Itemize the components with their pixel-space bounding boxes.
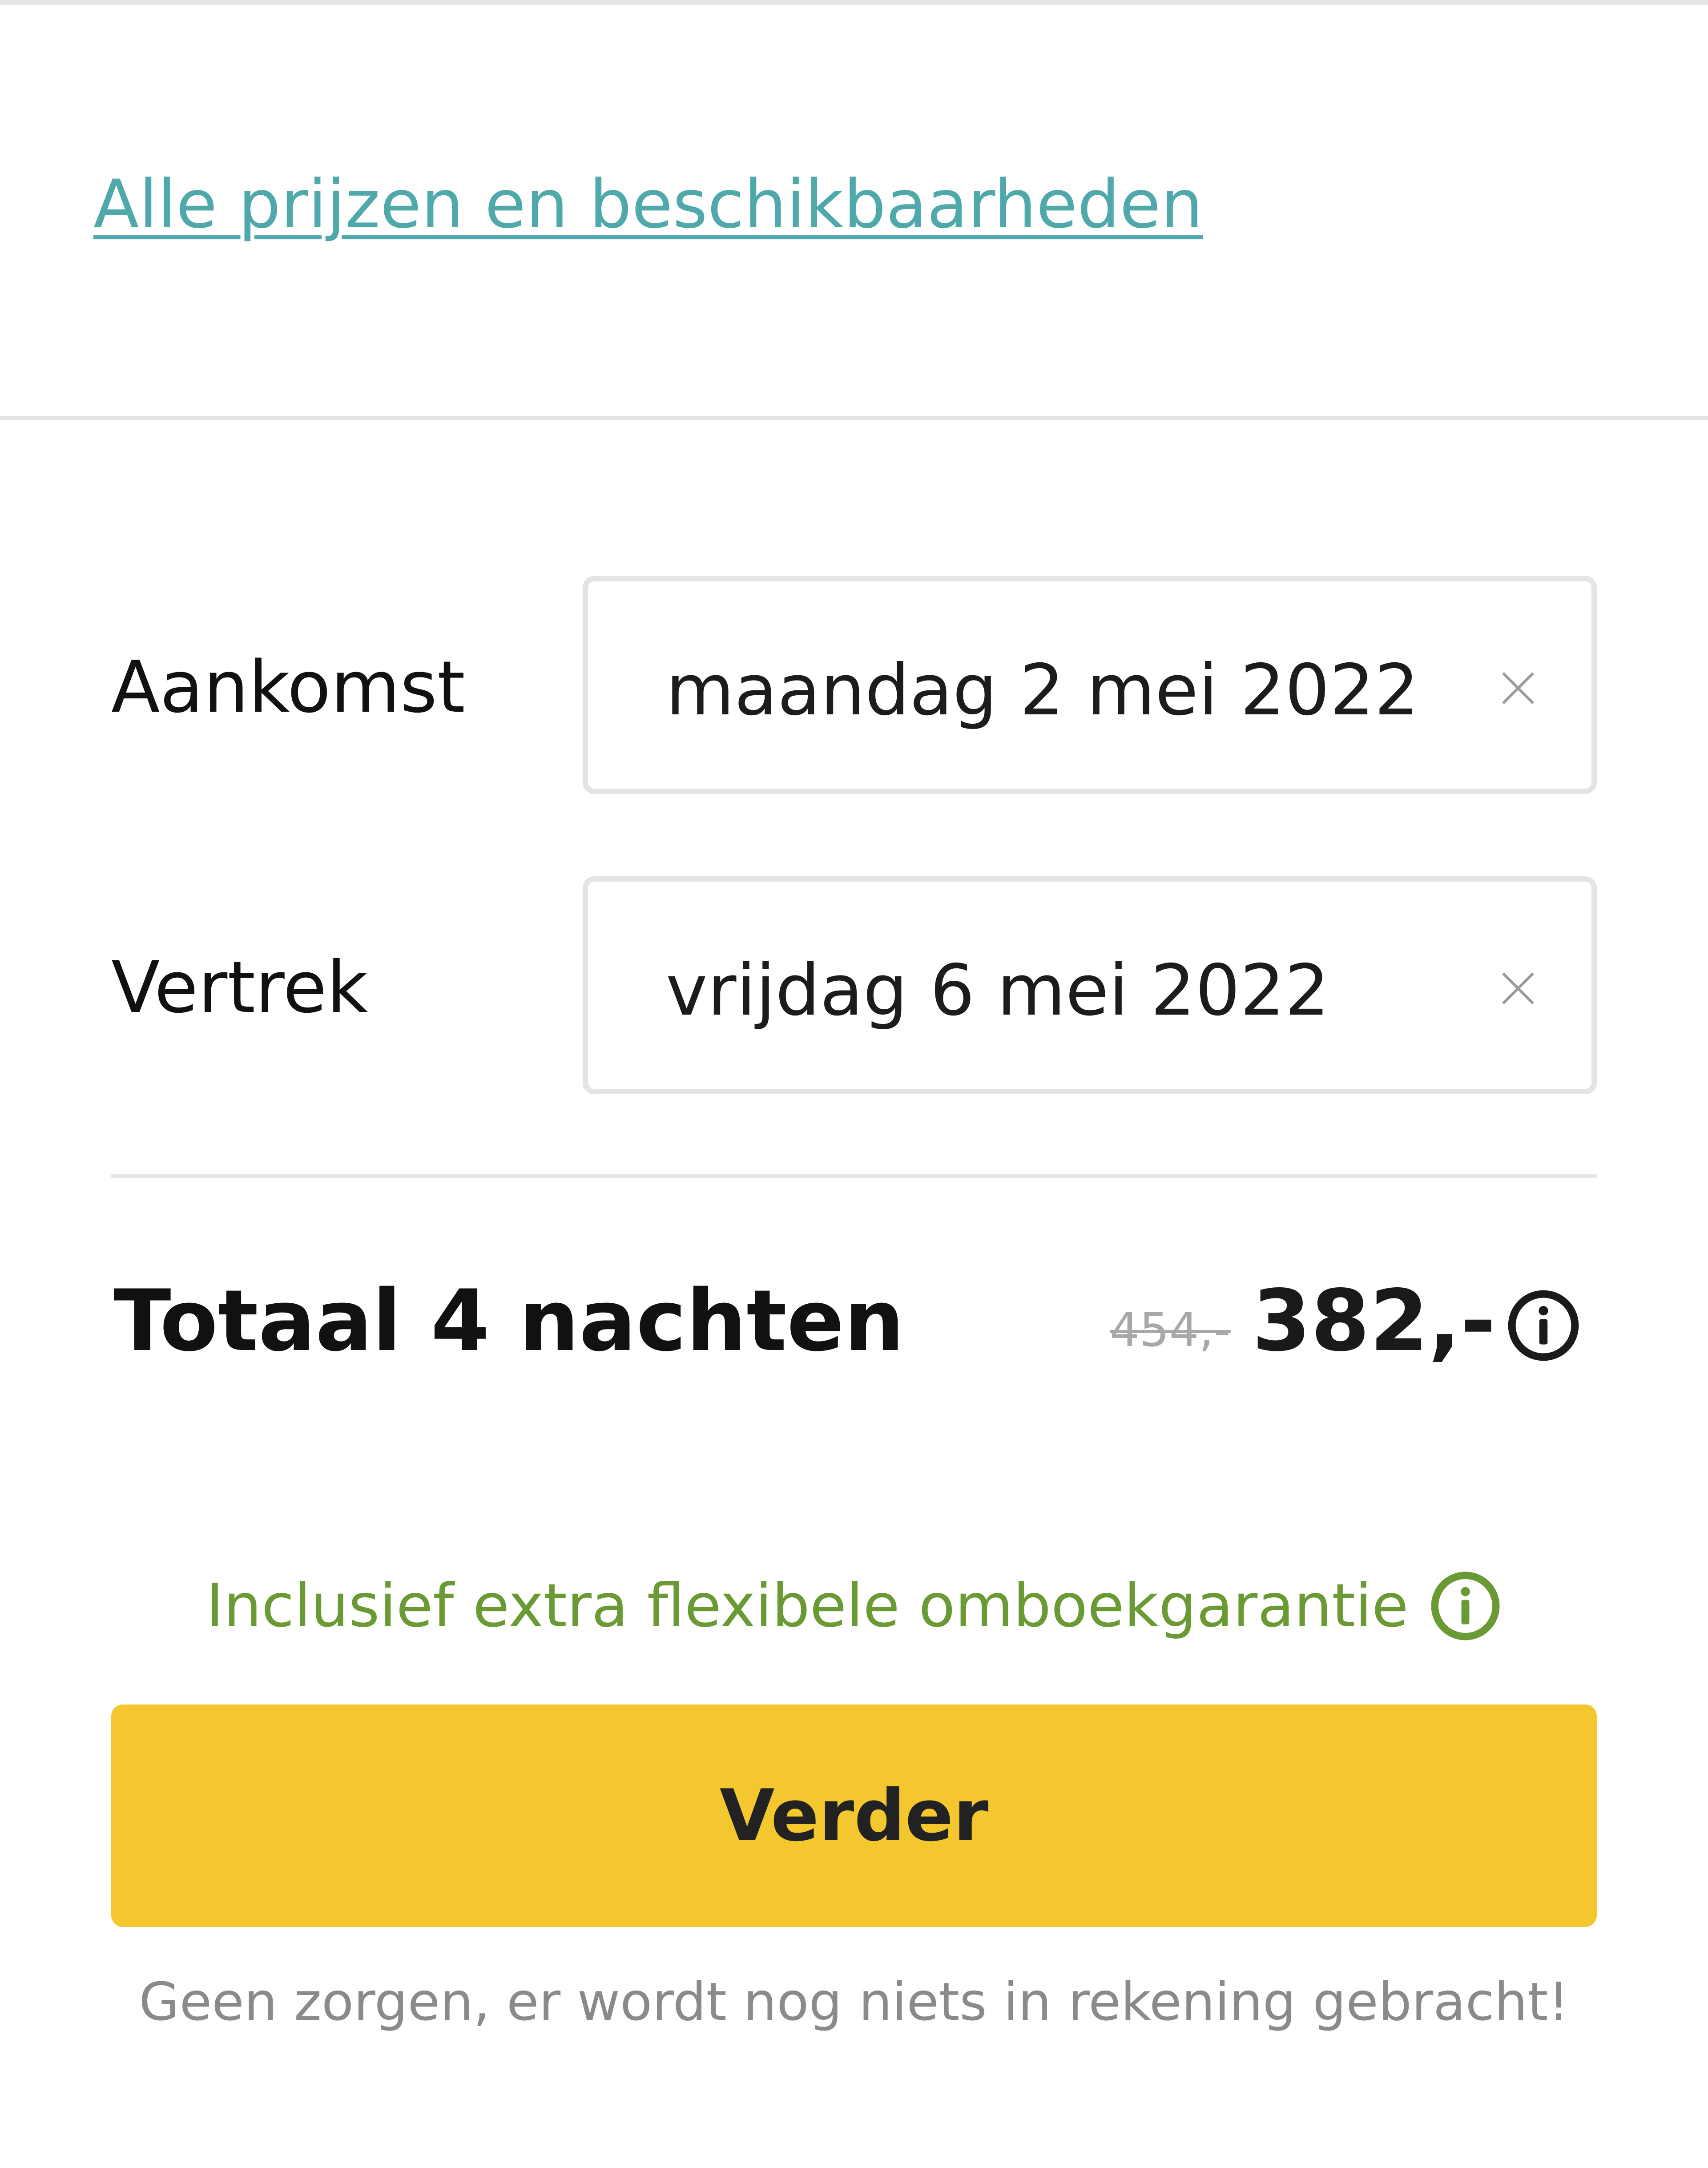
continue-button[interactable]: Verder: [111, 1705, 1597, 1927]
section-divider: [0, 416, 1708, 420]
top-border: [0, 0, 1708, 5]
departure-label: Vertrek: [111, 946, 368, 1029]
price-divider: [111, 1174, 1597, 1178]
continue-button-label: Verder: [719, 1774, 989, 1857]
arrival-row: Aankomst maandag 2 mei 2022: [111, 576, 1597, 798]
arrival-label: Aankomst: [111, 645, 465, 729]
flexible-guarantee-text: Inclusief extra flexibele omboekgarantie: [206, 1571, 1409, 1640]
departure-date-field[interactable]: vrijdag 6 mei 2022: [583, 876, 1597, 1094]
info-icon[interactable]: [1429, 1569, 1502, 1643]
close-icon[interactable]: [1498, 668, 1538, 708]
old-price: 454,-: [1110, 1303, 1231, 1357]
all-prices-availability-link[interactable]: Alle prijzen en beschikbaarheden: [93, 165, 1203, 245]
total-nights-label: Totaal 4 nachten: [113, 1272, 905, 1370]
departure-row: Vertrek vrijdag 6 mei 2022: [111, 876, 1597, 1099]
departure-date-value: vrijdag 6 mei 2022: [666, 950, 1329, 1032]
total-price: 382,-: [1252, 1272, 1496, 1370]
arrival-date-value: maandag 2 mei 2022: [666, 649, 1419, 731]
info-icon[interactable]: [1506, 1288, 1581, 1363]
close-icon[interactable]: [1498, 968, 1538, 1008]
reassurance-text: Geen zorgen, er wordt nog niets in reken…: [139, 1971, 1569, 2032]
arrival-date-field[interactable]: maandag 2 mei 2022: [583, 576, 1597, 794]
guarantee-row: Inclusief extra flexibele omboekgarantie: [0, 1561, 1708, 1650]
